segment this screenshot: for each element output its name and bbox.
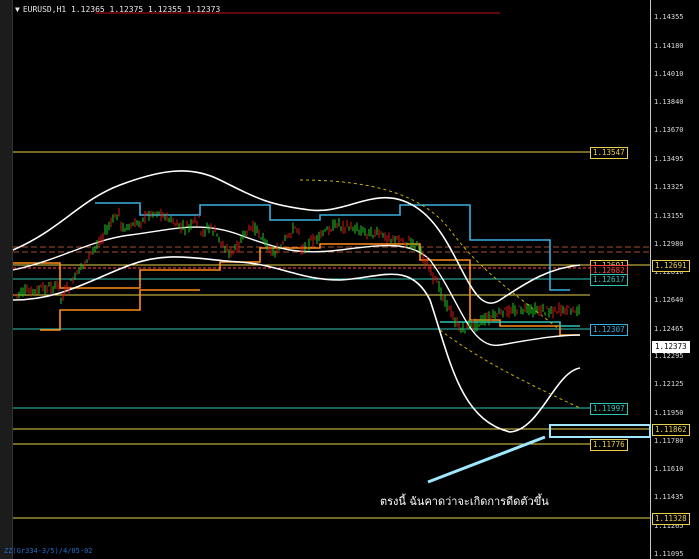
axis-tick-label: 1.14355 [654,13,684,21]
axis-tick-label: 1.11780 [654,437,684,445]
symbol-quote-line: EURUSD,H1 1.12365 1.12375 1.12355 1.1237… [22,5,221,14]
band-middle [12,226,581,346]
axis-tick-label: 1.14180 [654,42,684,50]
collapse-triangle-icon[interactable]: ▼ [15,5,20,14]
axis-tick-label: 1.12640 [654,296,684,304]
axis-price-tag: 1.12373 [652,341,690,353]
axis-tick-label: 1.13670 [654,126,684,134]
ma-dashed-lower [439,329,581,409]
chart-price-tag: 1.11776 [590,439,628,451]
axis-tick-label: 1.13325 [654,183,684,191]
annotation-text: ตรงนี้ ฉันคาดว่าจะเกิดการดีดตัวขึ้น [380,495,549,508]
axis-tick-label: 1.12125 [654,380,684,388]
band-lower [12,256,581,433]
indicator-label: ZZ(Gr334-3/5)/4/05-02 [4,547,93,555]
band-upper [12,170,581,304]
chart-price-tag: 1.11997 [590,403,628,415]
axis-tick-label: 1.13495 [654,155,684,163]
chart-price-tag: 1.12617 [590,274,628,286]
axis-price-tag: 1.11862 [652,424,690,436]
chart-header: ▼ EURUSD,H1 1.12365 1.12375 1.12355 1.123… [15,5,220,14]
chart-window: ▼ EURUSD,H1 1.12365 1.12375 1.12355 1.123… [0,0,699,559]
chart-price-tag: 1.13547 [590,147,628,159]
axis-tick-label: 1.11610 [654,465,684,473]
chart-price-tag: 1.12307 [590,324,628,336]
orange-channel-low2 [40,289,200,331]
axis-tick-label: 1.13155 [654,212,684,220]
axis-tick-label: 1.13840 [654,98,684,106]
axis-tick-label: 1.12980 [654,240,684,248]
axis-tick-label: 1.12295 [654,352,684,360]
axis-tick-label: 1.11950 [654,409,684,417]
axis-tick-label: 1.12465 [654,325,684,333]
bounce-zone-box [549,424,651,438]
axis-tick-label: 1.11435 [654,493,684,501]
axis-tick-label: 1.14010 [654,70,684,78]
axis-price-tag: 1.11328 [652,513,690,525]
axis-price-tag: 1.12691 [652,260,690,272]
axis-tick-label: 1.11095 [654,550,684,558]
